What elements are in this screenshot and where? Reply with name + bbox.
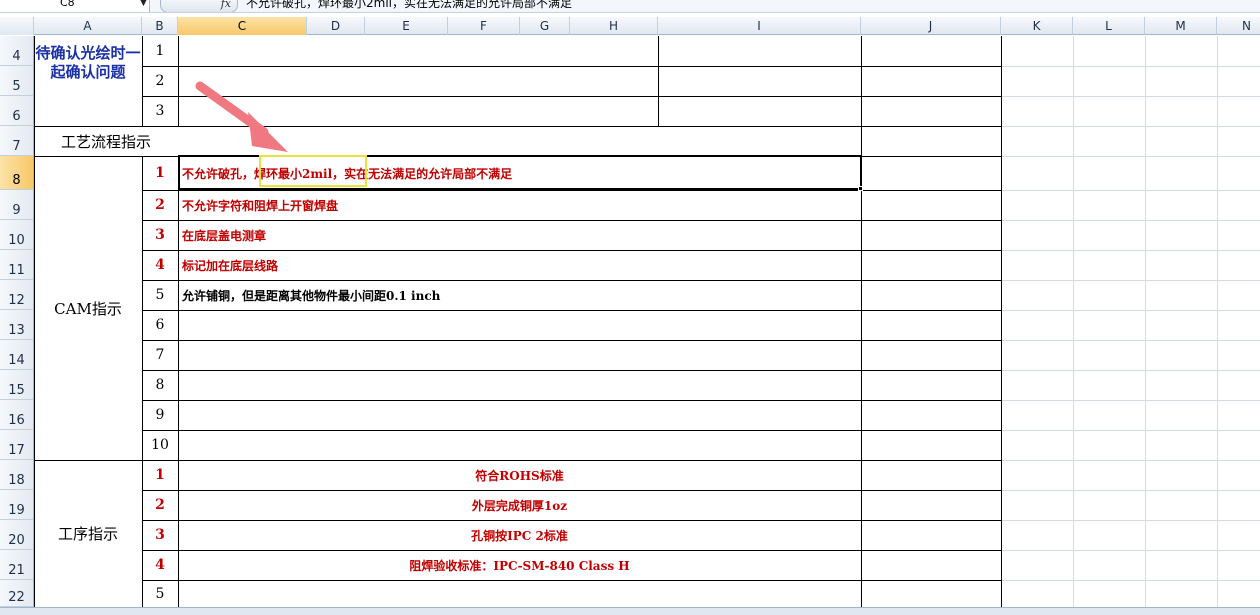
cam-item-number: 9 xyxy=(155,407,165,423)
procedure-item-number: 2 xyxy=(155,497,165,513)
row-header-11[interactable]: 11 xyxy=(0,250,34,280)
pending-item-number: 2 xyxy=(155,73,165,89)
procedure-item-text[interactable]: 外层完成铜厚1oz xyxy=(178,490,861,520)
row-header-7[interactable]: 7 xyxy=(0,126,34,156)
row-header-9[interactable]: 9 xyxy=(0,190,34,220)
row-header-20[interactable]: 20 xyxy=(0,520,34,550)
cam-item-number: 8 xyxy=(155,377,165,393)
insert-function-button[interactable]: fx xyxy=(160,0,238,12)
row-header-18[interactable]: 18 xyxy=(0,460,34,490)
row-header-14[interactable]: 14 xyxy=(0,340,34,370)
column-header-b[interactable]: B xyxy=(142,17,178,35)
formula-input[interactable]: 不允许破孔，焊环最小2mil，实在无法满足的允许局部不满足 xyxy=(246,0,572,12)
column-header-n[interactable]: N xyxy=(1217,17,1260,35)
formula-bar: C8 ▼ fx 不允许破孔，焊环最小2mil，实在无法满足的允许局部不满足 xyxy=(0,0,1260,13)
pending-section-label: 待确认光绘时一起确认问题 xyxy=(35,44,141,81)
pending-item-number: 3 xyxy=(155,103,165,119)
cam-item-number: 6 xyxy=(155,317,165,333)
column-header-j[interactable]: J xyxy=(861,17,1001,35)
procedure-item-number: 4 xyxy=(155,557,165,573)
row-header-15[interactable]: 15 xyxy=(0,370,34,400)
procedure-item-number: 1 xyxy=(155,467,165,483)
column-header-c[interactable]: C xyxy=(178,17,307,35)
cam-item-number: 10 xyxy=(151,437,169,453)
row-header-17[interactable]: 17 xyxy=(0,430,34,460)
sheet-tab-bar[interactable] xyxy=(0,607,1260,615)
procedure-item-number: 3 xyxy=(155,527,165,543)
name-box-dropdown-icon[interactable]: ▼ xyxy=(140,0,152,12)
annotation-arrow-icon xyxy=(195,81,288,152)
cam-item-text[interactable]: 不允许字符和阻焊上开窗焊盘 xyxy=(178,190,861,220)
cam-item-number: 2 xyxy=(155,197,165,213)
cam-item-number: 1 xyxy=(155,165,165,181)
column-header-g[interactable]: G xyxy=(520,17,570,35)
procedure-item-text[interactable]: 阻焊验收标准：IPC-SM-840 Class H xyxy=(178,550,861,580)
cam-item-number: 7 xyxy=(155,347,165,363)
procedure-section-label: 工序指示 xyxy=(57,525,118,543)
column-header-k[interactable]: K xyxy=(1001,17,1073,35)
row-header-6[interactable]: 6 xyxy=(0,96,34,126)
column-header-d[interactable]: D xyxy=(307,17,365,35)
cam-section-label: CAM指示 xyxy=(54,299,122,318)
row-header-4[interactable]: 4 xyxy=(0,36,34,66)
name-box[interactable]: C8 xyxy=(0,0,150,12)
column-header-f[interactable]: F xyxy=(448,17,520,35)
row-header-10[interactable]: 10 xyxy=(0,220,34,250)
column-header-a[interactable]: A xyxy=(34,17,142,35)
column-header-i[interactable]: I xyxy=(658,17,861,35)
cam-item-text[interactable]: 标记加在底层线路 xyxy=(178,250,861,280)
row-header-16[interactable]: 16 xyxy=(0,400,34,430)
procedure-item-text[interactable]: 孔铜按IPC 2标准 xyxy=(178,520,861,550)
row-header-21[interactable]: 21 xyxy=(0,550,34,580)
process-flow-label: 工艺流程指示 xyxy=(60,132,151,151)
row-header-13[interactable]: 13 xyxy=(0,310,34,340)
procedure-item-number: 5 xyxy=(155,585,165,602)
column-header-m[interactable]: M xyxy=(1145,17,1217,35)
column-header-l[interactable]: L xyxy=(1073,17,1145,35)
row-header-22[interactable]: 22 xyxy=(0,580,34,607)
column-header-e[interactable]: E xyxy=(365,17,448,35)
row-header-5[interactable]: 5 xyxy=(0,66,34,96)
cam-item-text[interactable]: 允许铺铜，但是距离其他物件最小间距0.1 inch xyxy=(178,280,861,310)
cam-item-number: 5 xyxy=(155,287,165,303)
cam-item-text[interactable]: 在底层盖电测章 xyxy=(178,220,861,250)
procedure-item-text[interactable]: 符合ROHS标准 xyxy=(178,460,861,490)
cam-item-number: 3 xyxy=(155,227,165,243)
row-header-19[interactable]: 19 xyxy=(0,490,34,520)
column-header-h[interactable]: H xyxy=(570,17,658,35)
row-header-12[interactable]: 12 xyxy=(0,280,34,310)
cam-item-number: 4 xyxy=(155,257,165,273)
select-all-corner[interactable] xyxy=(0,17,34,35)
column-header-row: A B C D E F G H I J K L M N xyxy=(0,17,1260,35)
row-header-8[interactable]: 8 xyxy=(0,156,34,190)
pending-item-number: 1 xyxy=(155,43,165,59)
